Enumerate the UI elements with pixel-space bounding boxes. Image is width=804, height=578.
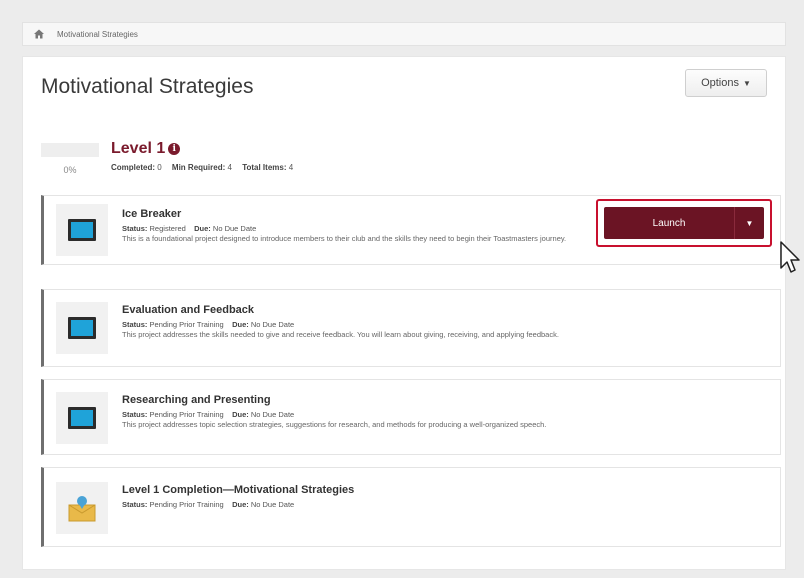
project-card-ice-breaker: Ice Breaker Status: Registered Due: No D… xyxy=(41,195,781,265)
level-progress-label: 0% xyxy=(63,165,77,175)
due-value: No Due Date xyxy=(250,320,295,329)
project-meta: Status: Pending Prior Training Due: No D… xyxy=(122,500,294,509)
project-meta: Status: Pending Prior Training Due: No D… xyxy=(122,410,294,419)
level-title: Level 1 i xyxy=(111,140,181,158)
status-value: Registered xyxy=(149,224,186,233)
completed-value: 0 xyxy=(157,163,162,172)
due-value: No Due Date xyxy=(212,224,257,233)
launch-button[interactable]: Launch ▼ xyxy=(604,207,764,239)
trophy-icon xyxy=(66,493,98,523)
status-value: Pending Prior Training xyxy=(149,410,224,419)
launch-label: Launch xyxy=(652,217,686,229)
home-icon[interactable] xyxy=(33,28,45,40)
options-label: Options xyxy=(701,77,739,89)
due-value: No Due Date xyxy=(250,500,295,509)
due-label: Due: xyxy=(232,320,249,329)
project-thumbnail xyxy=(56,392,108,444)
monitor-icon xyxy=(68,407,96,429)
caret-down-icon: ▼ xyxy=(745,218,754,228)
launch-focus-highlight: Launch ▼ xyxy=(596,199,772,247)
main-panel: Motivational Strategies Options ▼ 0% Lev… xyxy=(22,56,786,570)
info-icon[interactable]: i xyxy=(168,143,181,155)
status-label: Status: xyxy=(122,410,148,419)
project-meta: Status: Pending Prior Training Due: No D… xyxy=(122,320,294,329)
project-title[interactable]: Evaluation and Feedback xyxy=(122,304,254,316)
level-meta: Completed: 0 Min Required: 4 Total Items… xyxy=(111,163,293,172)
project-description: This is a foundational project designed … xyxy=(122,234,567,243)
min-required-label: Min Required: xyxy=(171,163,226,172)
monitor-icon xyxy=(68,219,96,241)
status-label: Status: xyxy=(122,224,148,233)
project-card-researching: Researching and Presenting Status: Pendi… xyxy=(41,379,781,455)
breadcrumb: Motivational Strategies xyxy=(22,22,786,46)
breadcrumb-current[interactable]: Motivational Strategies xyxy=(57,30,138,39)
level-title-text: Level 1 xyxy=(111,140,166,157)
status-label: Status: xyxy=(122,320,148,329)
status-label: Status: xyxy=(122,500,148,509)
caret-down-icon: ▼ xyxy=(743,78,751,88)
project-meta: Status: Registered Due: No Due Date xyxy=(122,224,256,233)
total-items-label: Total Items: xyxy=(242,163,287,172)
level-progress-bar xyxy=(41,143,99,157)
project-card-evaluation: Evaluation and Feedback Status: Pending … xyxy=(41,289,781,367)
project-thumbnail xyxy=(56,302,108,354)
due-label: Due: xyxy=(232,410,249,419)
project-description: This project addresses topic selection s… xyxy=(122,420,547,429)
mouse-pointer-icon xyxy=(779,240,803,276)
project-card-level-completion: Level 1 Completion—Motivational Strategi… xyxy=(41,467,781,547)
launch-dropdown-toggle[interactable]: ▼ xyxy=(734,207,764,239)
status-value: Pending Prior Training xyxy=(149,500,224,509)
project-title[interactable]: Researching and Presenting xyxy=(122,394,271,406)
due-label: Due: xyxy=(194,224,211,233)
due-label: Due: xyxy=(232,500,249,509)
project-thumbnail xyxy=(56,204,108,256)
project-title[interactable]: Level 1 Completion—Motivational Strategi… xyxy=(122,484,354,496)
project-description: This project addresses the skills needed… xyxy=(122,330,559,339)
monitor-icon xyxy=(68,317,96,339)
due-value: No Due Date xyxy=(250,410,295,419)
project-thumbnail xyxy=(56,482,108,534)
status-value: Pending Prior Training xyxy=(149,320,224,329)
completed-label: Completed: xyxy=(111,163,155,172)
min-required-value: 4 xyxy=(227,163,232,172)
total-items-value: 4 xyxy=(288,163,294,172)
project-title[interactable]: Ice Breaker xyxy=(122,208,181,220)
options-button[interactable]: Options ▼ xyxy=(685,69,767,97)
page-title: Motivational Strategies xyxy=(41,75,254,98)
